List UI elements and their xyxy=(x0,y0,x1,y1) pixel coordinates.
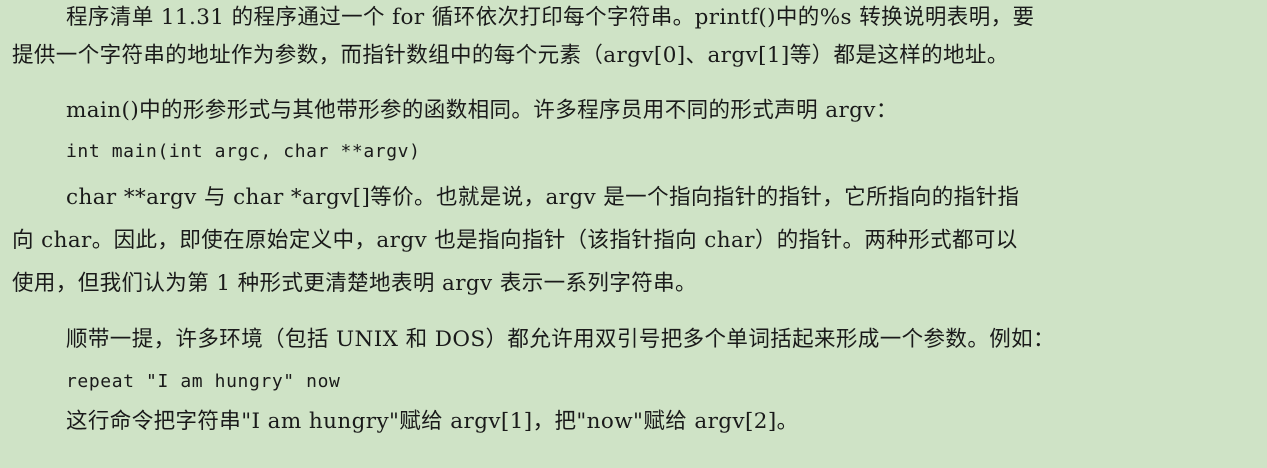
document-page: 程序清单 11.31 的程序通过一个 for 循环依次打印每个字符串。print… xyxy=(0,0,1267,468)
paragraph-1-line-2: 提供一个字符串的地址作为参数，而指针数组中的每个元素（argv[0]、argv[… xyxy=(12,43,1009,68)
paragraph-2: main()中的形参形式与其他带形参的函数相同。许多程序员用不同的形式声明 ar… xyxy=(66,98,898,123)
paragraph-3-line-3: 使用，但我们认为第 1 种形式更清楚地表明 argv 表示一系列字符串。 xyxy=(12,271,697,296)
paragraph-3-line-1: char **argv 与 char *argv[]等价。也就是说，argv 是… xyxy=(66,185,1020,210)
paragraph-5: 这行命令把字符串"I am hungry"赋给 argv[1]，把"now"赋给… xyxy=(66,409,799,434)
paragraph-3-line-2: 向 char。因此，即使在原始定义中，argv 也是指向指针（该指针指向 cha… xyxy=(12,228,1018,253)
code-example-repeat-command: repeat "I am hungry" now xyxy=(66,371,341,392)
paragraph-1-line-1: 程序清单 11.31 的程序通过一个 for 循环依次打印每个字符串。print… xyxy=(66,5,1035,30)
code-example-main-signature: int main(int argc, char **argv) xyxy=(66,141,421,162)
paragraph-4: 顺带一提，许多环境（包括 UNIX 和 DOS）都允许用双引号把多个单词括起来形… xyxy=(66,327,1055,352)
